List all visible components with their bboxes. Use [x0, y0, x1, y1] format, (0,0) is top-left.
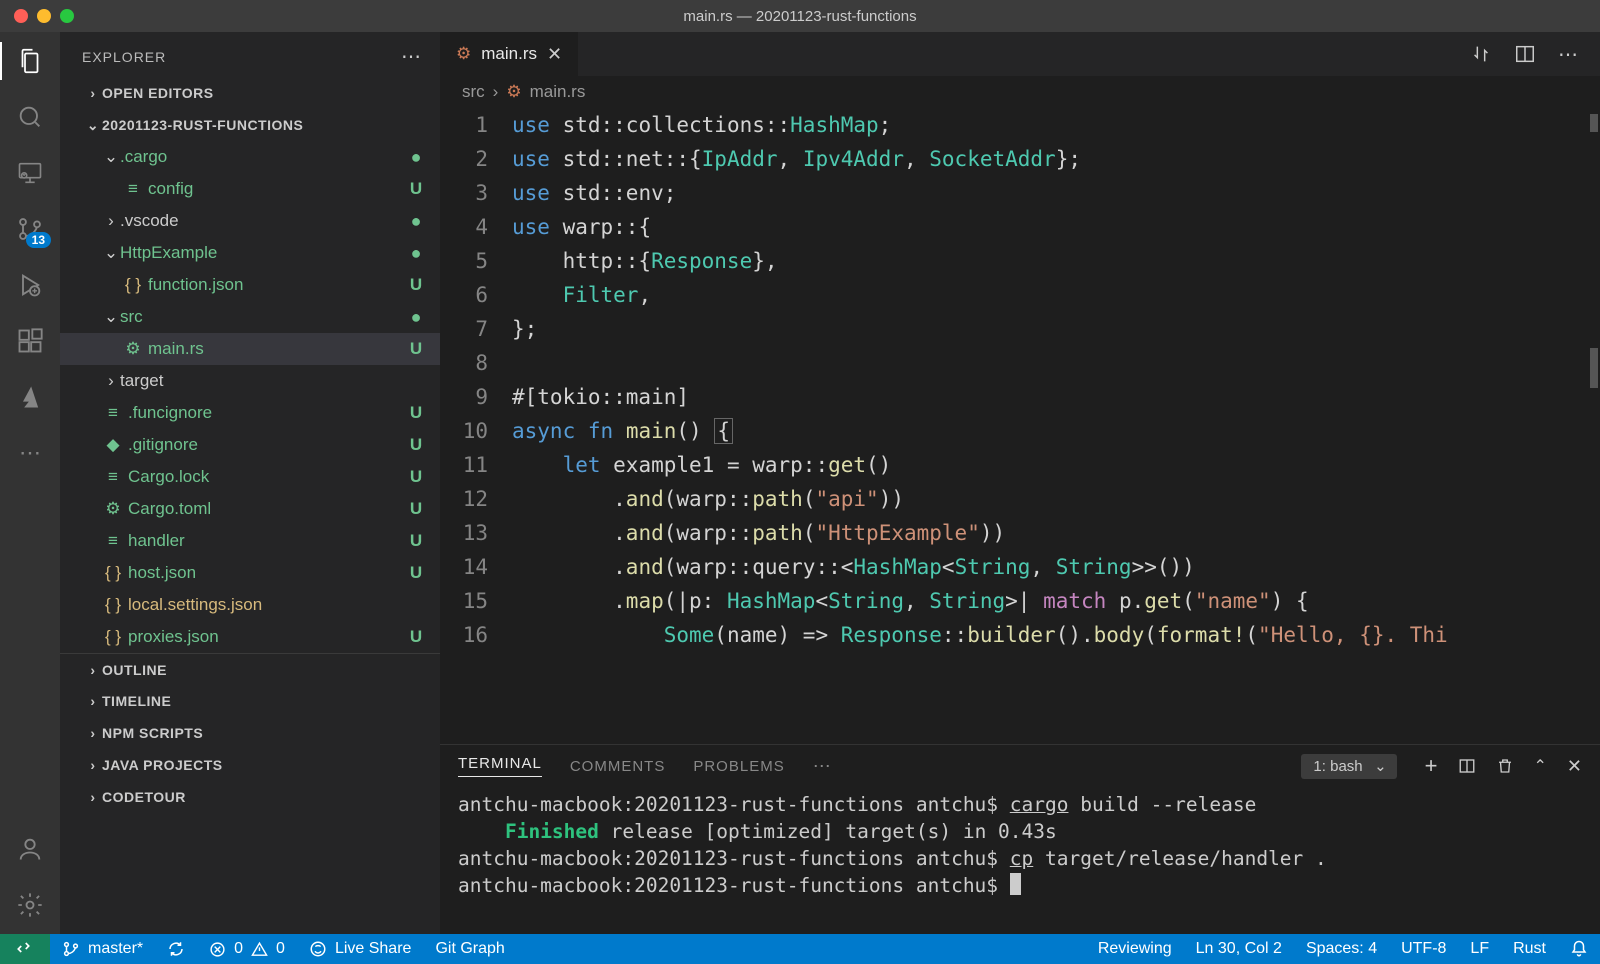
split-editor-icon[interactable] [1514, 43, 1536, 65]
reviewing-status[interactable]: Reviewing [1086, 940, 1184, 958]
tab-problems[interactable]: PROBLEMS [693, 758, 784, 775]
cursor-position[interactable]: Ln 30, Col 2 [1184, 940, 1294, 958]
file-main-rs[interactable]: ⚙main.rsU [60, 333, 440, 365]
file-local-settings[interactable]: { }local.settings.json [60, 589, 440, 621]
git-branch[interactable]: master* [50, 934, 155, 964]
close-window-button[interactable] [14, 9, 28, 23]
accounts-icon[interactable] [15, 834, 45, 864]
tab-main-rs[interactable]: ⚙ main.rs ✕ [440, 32, 579, 76]
tab-comments[interactable]: COMMENTS [570, 758, 666, 775]
editor-area: ⚙ main.rs ✕ ⋯ src › ⚙ main.rs 1234567891 [440, 32, 1600, 934]
eol-status[interactable]: LF [1458, 940, 1501, 958]
rust-file-icon: ⚙ [456, 44, 471, 64]
bottom-panel: TERMINAL COMMENTS PROBLEMS ⋯ 1: bash ⌄ +… [440, 744, 1600, 934]
folder-httpexample[interactable]: ⌄HttpExample● [60, 237, 440, 269]
explorer-tree: ›OPEN EDITORS ⌄20201123-RUST-FUNCTIONS ⌄… [60, 77, 440, 934]
file-config[interactable]: ≡configU [60, 173, 440, 205]
close-panel-icon[interactable]: ✕ [1567, 756, 1582, 777]
npm-section[interactable]: ›NPM SCRIPTS [60, 717, 440, 749]
file-gitignore[interactable]: ◆.gitignoreU [60, 429, 440, 461]
azure-icon[interactable] [15, 382, 45, 412]
terminal-selector[interactable]: 1: bash ⌄ [1301, 754, 1396, 779]
maximize-panel-icon[interactable]: ⌃ [1534, 756, 1547, 776]
breadcrumb-file[interactable]: main.rs [530, 82, 586, 102]
panel-more-icon[interactable]: ⋯ [813, 756, 832, 777]
rust-icon: ⚙ [506, 82, 521, 102]
editor-more-icon[interactable]: ⋯ [1558, 42, 1578, 67]
file-function-json[interactable]: { }function.jsonU [60, 269, 440, 301]
explorer-sidebar: EXPLORER ⋯ ›OPEN EDITORS ⌄20201123-RUST-… [60, 32, 440, 934]
folder-src[interactable]: ⌄src● [60, 301, 440, 333]
file-cargo-lock[interactable]: ≡Cargo.lockU [60, 461, 440, 493]
file-handler[interactable]: ≡handlerU [60, 525, 440, 557]
explorer-more-icon[interactable]: ⋯ [401, 44, 422, 69]
editor-actions: ⋯ [1470, 32, 1600, 76]
folder-cargo[interactable]: ⌄.cargo● [60, 141, 440, 173]
open-editors-section[interactable]: ›OPEN EDITORS [60, 77, 440, 109]
terminal-cursor [1010, 873, 1021, 895]
live-share-button[interactable]: Live Share [297, 934, 424, 964]
folder-vscode[interactable]: ›.vscode● [60, 205, 440, 237]
search-activity-icon[interactable] [15, 102, 45, 132]
code-content[interactable]: use std::collections::HashMap; use std::… [512, 108, 1600, 744]
file-cargo-toml[interactable]: ⚙Cargo.tomlU [60, 493, 440, 525]
java-section[interactable]: ›JAVA PROJECTS [60, 749, 440, 781]
new-terminal-icon[interactable]: + [1425, 753, 1438, 779]
problems-status[interactable]: 0 0 [197, 934, 297, 964]
line-gutter: 12345678910111213141516 [440, 108, 512, 744]
minimize-window-button[interactable] [37, 9, 51, 23]
panel-tabs: TERMINAL COMMENTS PROBLEMS ⋯ 1: bash ⌄ +… [440, 745, 1600, 787]
explorer-title: EXPLORER [82, 49, 166, 65]
indentation-status[interactable]: Spaces: 4 [1294, 940, 1389, 958]
breadcrumb-src[interactable]: src [462, 82, 485, 102]
encoding-status[interactable]: UTF-8 [1389, 940, 1458, 958]
minimap[interactable] [1586, 108, 1600, 744]
scm-badge: 13 [26, 232, 51, 248]
terminal-shell-label[interactable]: 1: bash [1301, 754, 1396, 779]
activity-bar: 13 ⋯ [0, 32, 60, 934]
compare-changes-icon[interactable] [1470, 43, 1492, 65]
tab-terminal[interactable]: TERMINAL [458, 755, 542, 777]
code-editor[interactable]: 12345678910111213141516 use std::collect… [440, 108, 1600, 744]
tab-close-icon[interactable]: ✕ [547, 44, 562, 65]
folder-target[interactable]: ›target [60, 365, 440, 397]
tab-label: main.rs [481, 44, 537, 64]
more-activity-icon[interactable]: ⋯ [15, 438, 45, 468]
window-title: main.rs — 20201123-rust-functions [683, 8, 916, 25]
extensions-icon[interactable] [15, 326, 45, 356]
language-mode[interactable]: Rust [1501, 940, 1558, 958]
project-section[interactable]: ⌄20201123-RUST-FUNCTIONS [60, 109, 440, 141]
remote-explorer-icon[interactable] [15, 158, 45, 188]
kill-terminal-icon[interactable] [1496, 757, 1514, 775]
title-bar: main.rs — 20201123-rust-functions [0, 0, 1600, 32]
outline-section[interactable]: ›OUTLINE [60, 653, 440, 685]
sync-button[interactable] [155, 934, 197, 964]
status-bar: master* 0 0 Live Share Git Graph Reviewi… [0, 934, 1600, 964]
chevron-right-icon: › [493, 82, 499, 102]
tab-bar: ⚙ main.rs ✕ ⋯ [440, 32, 1600, 76]
notifications-icon[interactable] [1558, 940, 1600, 958]
run-debug-icon[interactable] [15, 270, 45, 300]
terminal-output[interactable]: antchu-macbook:20201123-rust-functions a… [440, 787, 1600, 934]
timeline-section[interactable]: ›TIMELINE [60, 685, 440, 717]
explorer-activity-icon[interactable] [15, 46, 45, 76]
app-window: main.rs — 20201123-rust-functions 13 [0, 0, 1600, 964]
file-proxies-json[interactable]: { }proxies.jsonU [60, 621, 440, 653]
source-control-icon[interactable]: 13 [15, 214, 45, 244]
main-body: 13 ⋯ EXPLORER [0, 32, 1600, 934]
settings-gear-icon[interactable] [15, 890, 45, 920]
codetour-section[interactable]: ›CODETOUR [60, 781, 440, 813]
split-terminal-icon[interactable] [1458, 757, 1476, 775]
remote-indicator[interactable] [0, 934, 50, 964]
file-funcignore[interactable]: ≡.funcignoreU [60, 397, 440, 429]
maximize-window-button[interactable] [60, 9, 74, 23]
breadcrumb[interactable]: src › ⚙ main.rs [440, 76, 1600, 108]
window-controls [14, 9, 74, 23]
git-graph-button[interactable]: Git Graph [423, 934, 516, 964]
file-host-json[interactable]: { }host.jsonU [60, 557, 440, 589]
explorer-header: EXPLORER ⋯ [60, 32, 440, 77]
